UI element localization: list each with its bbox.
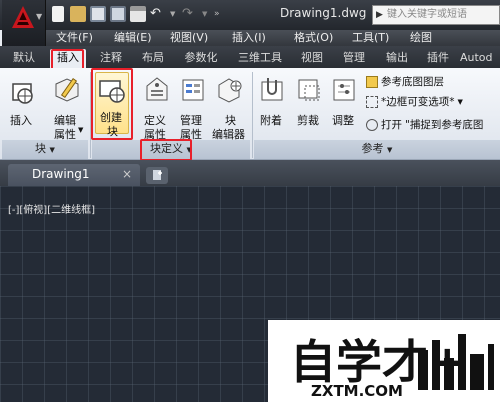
tab-parametric[interactable]: 参数化 (176, 49, 226, 68)
watermark-url: ZXTM.COM (311, 382, 403, 400)
frame-variable-dropdown[interactable]: *边框可变选项* ▼ (366, 94, 463, 109)
menu-bar: 文件(F) 编辑(E) 视图(V) 插入(I) 格式(O) 工具(T) 绘图 (46, 30, 500, 46)
clip-button[interactable]: 剪裁 (293, 72, 325, 127)
menu-edit[interactable]: 编辑(E) (114, 30, 170, 46)
open-folder-icon[interactable] (70, 6, 86, 22)
ribbon-panel: 插入 编辑 属性 ▼ 创建 块 定义 属性 管理 属性 块 编辑器 附着 剪裁 … (0, 68, 500, 160)
menu-draw[interactable]: 绘图 (410, 30, 450, 46)
customize-qat-icon[interactable]: » (214, 6, 224, 22)
chevron-down-icon: ▼ (387, 146, 393, 154)
chevron-down-icon: ▼ (457, 97, 463, 106)
adjust-icon (333, 79, 355, 101)
viewport-controls-label[interactable]: [-][俯视][二维线框] (8, 201, 95, 216)
frame-icon (366, 95, 378, 108)
tab-3d-tools[interactable]: 三维工具 (230, 49, 290, 68)
insert-block-button[interactable]: 插入 (6, 72, 42, 136)
menu-tools[interactable]: 工具(T) (352, 30, 410, 46)
tab-output[interactable]: 输出 (378, 49, 416, 68)
undo-icon[interactable]: ↶ (150, 6, 166, 22)
snap-to-underlay-toggle[interactable]: 打开 "捕捉到参考底图 (366, 117, 483, 132)
frame-variable-label: *边框可变选项* (381, 96, 455, 108)
tab-annotate[interactable]: 注释 (92, 49, 130, 68)
menu-file[interactable]: 文件(F) (56, 30, 114, 46)
panel-reference-label: 参考 (361, 142, 384, 155)
tab-default[interactable]: 默认 (4, 49, 44, 68)
watermark: 自学才+ ZXTM.COM (268, 320, 500, 402)
tab-layout[interactable]: 布局 (134, 49, 172, 68)
clip-icon (298, 79, 320, 101)
block-editor-icon (218, 78, 242, 103)
watermark-logo-chars: 自学才+ (290, 335, 467, 389)
edit-attributes-icon (55, 77, 79, 102)
chevron-down-icon: ▼ (36, 12, 43, 21)
panel-block-title[interactable]: 块 ▼ (2, 140, 88, 159)
tab-plugins[interactable]: 插件 (420, 49, 456, 68)
search-placeholder: 键入关键字或短语 (387, 9, 467, 20)
manage-attributes-button[interactable]: 管理 属性 (176, 72, 210, 141)
application-menu-button[interactable]: ▼ (2, 0, 46, 46)
redo-icon[interactable]: ↷ (182, 6, 198, 22)
reference-layers-label: 参考底图图层 (381, 76, 444, 88)
print-icon[interactable] (130, 6, 146, 22)
adjust-label: 调整 (332, 114, 354, 127)
close-icon[interactable]: × (122, 164, 132, 185)
file-tab-label: Drawing1 (32, 167, 90, 181)
attach-label: 附着 (260, 114, 282, 127)
save-as-icon[interactable] (110, 6, 126, 22)
menu-format[interactable]: 格式(O) (294, 30, 352, 46)
new-file-icon[interactable] (52, 6, 64, 22)
block-editor-button[interactable]: 块 编辑器 (210, 72, 250, 141)
edit-attributes-button[interactable]: 编辑 属性 ▼ (48, 72, 86, 141)
redo-dropdown-icon[interactable]: ▼ (202, 6, 210, 22)
layers-icon (366, 75, 378, 88)
insert-block-icon (12, 83, 33, 104)
quick-access-toolbar: ↶ ▼ ↷ ▼ » (50, 6, 224, 22)
undo-dropdown-icon[interactable]: ▼ (170, 6, 178, 22)
file-tab-bar: Drawing1 × (0, 160, 500, 186)
insert-tab-highlight (51, 49, 84, 70)
panel-separator (252, 72, 253, 158)
autocad-logo-icon (12, 6, 34, 28)
chevron-down-icon: ▼ (78, 126, 84, 134)
panel-block-label: 块 (35, 142, 47, 155)
search-input[interactable]: ▶ 键入关键字或短语 (372, 5, 500, 25)
adjust-button[interactable]: 调整 (328, 72, 360, 127)
tab-autodesk[interactable]: Autod (460, 49, 500, 68)
block-definition-highlight (140, 139, 192, 161)
new-drawing-icon (153, 170, 162, 180)
file-tab-drawing1[interactable]: Drawing1 × (8, 164, 140, 186)
tab-view[interactable]: 视图 (294, 49, 330, 68)
reference-layers-button[interactable]: 参考底图图层 (366, 74, 444, 89)
define-attributes-icon (146, 77, 168, 101)
chevron-down-icon: ▼ (49, 146, 55, 154)
create-block-highlight (91, 68, 133, 140)
title-bar: ▼ ↶ ▼ ↷ ▼ » Drawing1.dwg ▶ 键入关键字或短语 (0, 0, 500, 46)
snap-reference-label: "捕捉到参考底图 (405, 119, 484, 131)
tab-manage[interactable]: 管理 (334, 49, 374, 68)
save-icon[interactable] (90, 6, 106, 22)
menu-insert[interactable]: 插入(I) (232, 30, 294, 46)
open-label: 打开 (381, 119, 402, 131)
snap-icon (366, 118, 378, 131)
attach-icon (261, 78, 283, 101)
clip-label: 剪裁 (297, 114, 319, 127)
panel-reference-title[interactable]: 参考 ▼ (254, 140, 500, 159)
menu-view[interactable]: 视图(V) (170, 30, 232, 46)
search-expand-icon[interactable]: ▶ (376, 6, 383, 24)
attach-button[interactable]: 附着 (256, 72, 288, 127)
manage-attributes-icon (182, 79, 204, 101)
insert-label: 插入 (10, 114, 32, 127)
document-title: Drawing1.dwg (280, 6, 367, 20)
define-attributes-button[interactable]: 定义 属性 (140, 72, 174, 141)
new-tab-button[interactable] (146, 167, 168, 184)
